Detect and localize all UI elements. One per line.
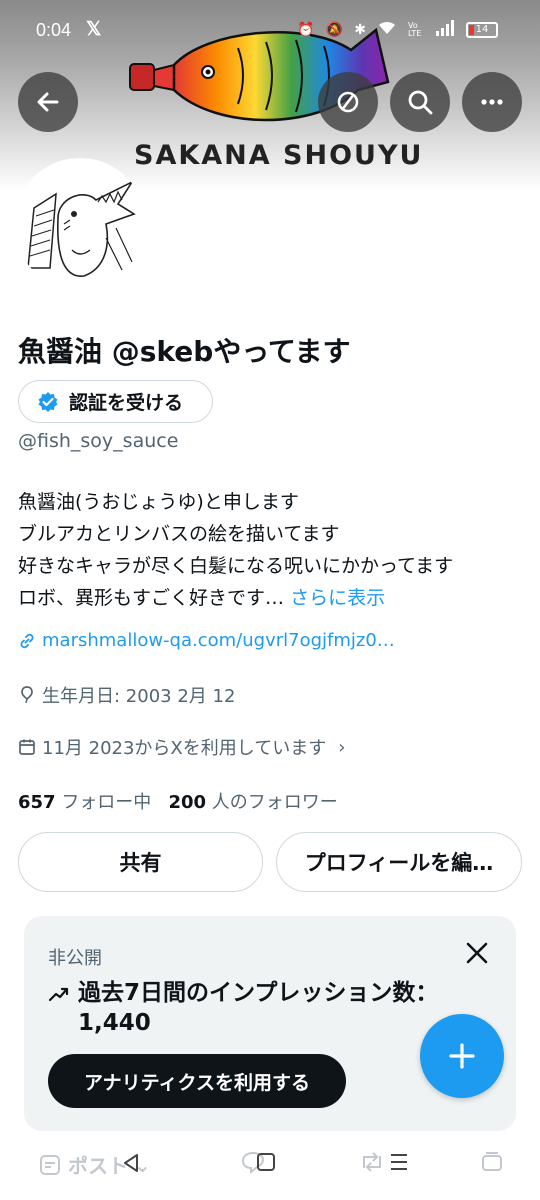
close-icon <box>466 942 488 964</box>
follow-stats: 657 フォロー中 200 人のフォロワー <box>18 788 338 814</box>
following-label: フォロー中 <box>61 792 152 813</box>
birthday-text: 生年月日: 2003 2月 12 <box>42 686 236 707</box>
repost-icon <box>363 1152 381 1172</box>
profile-bio: 魚醤油(うおじょうゆ)と申します ブルアカとリンバスの絵を描いてます 好きなキャ… <box>18 486 453 614</box>
calendar-icon <box>19 739 35 755</box>
profile-name: 魚醤油 @skebやってます <box>18 335 351 368</box>
profile-link[interactable]: marshmallow-qa.com/ugvrl7ogjfmjz0… <box>18 630 395 651</box>
birthday-row: 生年月日: 2003 2月 12 <box>18 682 235 708</box>
tab-posts-label: ポスト <box>68 1154 128 1178</box>
chevron-right-icon: › <box>338 736 346 758</box>
bio-line: ロボ、異形もすごく好きです… <box>18 587 285 609</box>
tab-reposts[interactable] <box>358 1150 386 1174</box>
android-recents-button[interactable] <box>388 1152 410 1177</box>
creature-sketch-illustration <box>27 179 136 277</box>
tab-media[interactable] <box>480 1150 504 1174</box>
status-bar: 0:04 𝕏 ⏰ 🔕 ✱ Vo LTE 14 <box>0 0 540 62</box>
get-verified-label: 認証を受ける <box>69 392 184 414</box>
wifi-icon <box>377 20 397 40</box>
impressions-title: 過去7日間のインプレッション数： <box>48 978 438 1008</box>
search-button[interactable] <box>390 72 450 132</box>
banner-title: SAKANA SHOUYU <box>134 140 424 171</box>
bio-line: ブルアカとリンバスの絵を描いてます <box>18 523 340 545</box>
back-button[interactable] <box>18 72 78 132</box>
more-button[interactable] <box>462 72 522 132</box>
more-dots-icon <box>481 99 503 105</box>
followers-label: 人のフォロワー <box>211 792 338 813</box>
followers-count: 200 <box>168 792 207 813</box>
triangle-back-icon <box>124 1154 138 1172</box>
joined-row[interactable]: 11月 2023からXを利用しています › <box>18 734 345 760</box>
share-button[interactable]: 共有 <box>18 832 263 892</box>
close-button[interactable] <box>466 942 488 968</box>
joined-text: 11月 2023からXを利用しています <box>42 738 327 759</box>
status-time: 0:04 <box>36 20 72 40</box>
impressions-title-text: 過去7日間のインプレッション数： <box>78 980 439 1006</box>
profile-link-text: marshmallow-qa.com/ugvrl7ogjfmjz0… <box>42 630 395 651</box>
bluetooth-icon: ✱ <box>354 22 366 38</box>
verified-badge-icon <box>38 391 58 412</box>
post-icon <box>40 1154 60 1175</box>
profile-handle: @fish_soy_sauce <box>18 430 179 452</box>
avatar[interactable] <box>14 158 146 290</box>
impressions-count: 1,440 <box>78 1010 151 1036</box>
bio-line: 魚醤油(うおじょうゆ)と申します <box>18 491 299 513</box>
x-logo-icon: 𝕏 <box>86 19 102 40</box>
following-link[interactable]: 657 フォロー中 <box>18 792 151 813</box>
plus-icon <box>449 1043 475 1069</box>
android-home-button[interactable] <box>256 1152 276 1177</box>
battery-level: 14 <box>475 24 489 35</box>
menu-lines-icon <box>391 1154 407 1170</box>
slash-circle-icon <box>337 91 359 113</box>
show-more-link[interactable]: さらに表示 <box>290 587 385 609</box>
mute-icon: 🔕 <box>325 22 344 38</box>
media-icon <box>482 1152 502 1171</box>
alarm-icon: ⏰ <box>297 22 315 38</box>
get-verified-button[interactable]: 認証を受ける <box>18 380 213 423</box>
signal-icon <box>435 20 455 40</box>
search-icon <box>408 90 433 115</box>
android-back-button[interactable] <box>120 1152 142 1179</box>
trending-up-icon <box>48 987 69 1002</box>
bio-line-last: ロボ、異形もすごく好きです… さらに表示 <box>18 582 453 614</box>
hide-button[interactable] <box>318 72 378 132</box>
analytics-button[interactable]: アナリティクスを利用する <box>48 1054 346 1108</box>
status-icons: ⏰ 🔕 ✱ Vo LTE 14 <box>297 20 498 40</box>
battery-icon: 14 <box>466 22 498 38</box>
following-count: 657 <box>18 792 56 813</box>
back-arrow-icon <box>37 92 59 112</box>
edit-profile-button[interactable]: プロフィールを編… <box>276 832 522 892</box>
followers-link[interactable]: 200 人のフォロワー <box>168 792 337 813</box>
bio-line: 好きなキャラが尽く白髪になる呪いにかかってます <box>18 555 454 577</box>
link-icon <box>20 633 34 648</box>
private-label: 非公開 <box>48 948 102 969</box>
balloon-icon <box>21 686 33 704</box>
volte-icon: Vo LTE <box>408 21 422 38</box>
square-home-icon <box>257 1153 275 1171</box>
compose-button[interactable] <box>420 1014 504 1098</box>
